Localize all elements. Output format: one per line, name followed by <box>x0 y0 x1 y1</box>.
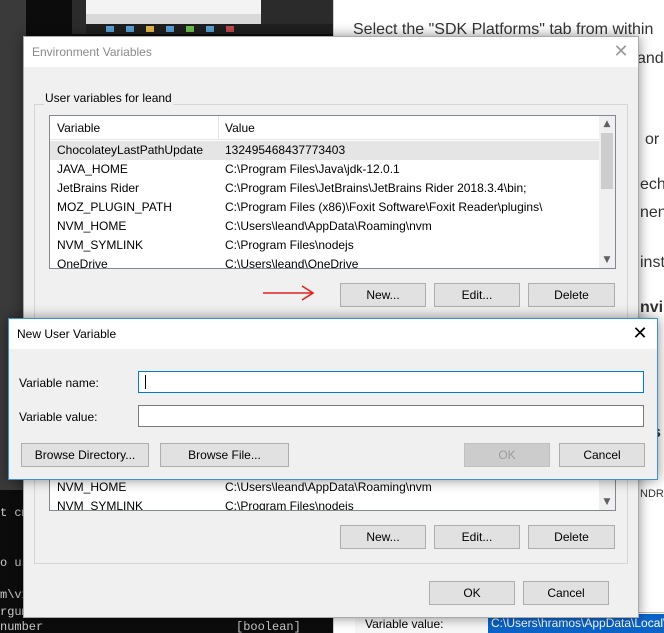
variable-value-label: Variable value: <box>19 410 98 424</box>
new-user-variable-dialog: New User Variable ✕ Variable name: Varia… <box>8 318 658 480</box>
table-row[interactable]: NVM_SYMLINK C:\Program Files\nodejs <box>50 497 599 511</box>
cancel-button[interactable]: Cancel <box>523 581 609 605</box>
user-variables-label: User variables for leand <box>44 91 173 105</box>
cancel-button[interactable]: Cancel <box>559 443 645 467</box>
dialog-title: New User Variable <box>17 327 117 341</box>
variable-value-input[interactable] <box>138 405 644 427</box>
variable-name-input[interactable] <box>138 371 644 393</box>
new-button[interactable]: New... <box>340 283 426 307</box>
ok-button[interactable]: OK <box>464 443 550 467</box>
variable-value: C:\Users\leand\AppData\Roaming\nvm <box>225 219 432 233</box>
user-variables-list[interactable]: Variable Value ChocolateyLastPathUpdate 1… <box>49 115 616 269</box>
variable-name: ChocolateyLastPathUpdate <box>57 143 204 157</box>
ok-button[interactable]: OK <box>429 581 515 605</box>
thumbnail-taskbar <box>86 24 334 34</box>
system-edit-button[interactable]: Edit... <box>434 525 520 549</box>
doc-text: and <box>637 50 664 67</box>
variable-value: C:\Program Files (x86)\Foxit Software\Fo… <box>225 200 543 214</box>
variable-name: NVM_SYMLINK <box>57 238 144 252</box>
table-row[interactable]: JAVA_HOME C:\Program Files\Java\jdk-12.0.… <box>50 160 599 179</box>
variable-value: C:\Program Files\nodejs <box>225 499 354 511</box>
doc-text: ech <box>640 176 664 193</box>
table-row[interactable]: JetBrains Rider C:\Program Files\JetBrain… <box>50 179 599 198</box>
variable-value: C:\Program Files\JetBrains\JetBrains Rid… <box>225 181 527 195</box>
system-delete-button[interactable]: Delete <box>528 525 615 549</box>
scroll-down-icon[interactable]: ▼ <box>599 494 615 510</box>
dialog-title: Environment Variables <box>32 45 152 59</box>
terminal-line: [boolean] <box>236 620 301 633</box>
doc-text: NDRO <box>640 488 664 500</box>
table-row[interactable]: MOZ_PLUGIN_PATH C:\Program Files (x86)\Fo… <box>50 198 599 217</box>
scroll-up-icon[interactable]: ▲ <box>599 116 615 132</box>
variable-value: C:\Users\leand\OneDrive <box>225 257 359 269</box>
column-header-variable[interactable]: Variable <box>57 121 100 135</box>
doc-text: nen <box>640 204 664 221</box>
variable-name: NVM_HOME <box>57 219 127 233</box>
delete-button[interactable]: Delete <box>528 283 615 307</box>
variable-name: NVM_SYMLINK <box>57 499 144 511</box>
browse-directory-button[interactable]: Browse Directory... <box>21 443 149 467</box>
doc-heading: nvi <box>640 299 664 316</box>
doc-table-label: Variable value: <box>365 617 444 631</box>
list-scrollbar[interactable]: ▼ <box>599 477 615 510</box>
text-caret <box>145 375 146 389</box>
close-icon[interactable]: ✕ <box>627 321 653 347</box>
table-row[interactable]: NVM_SYMLINK C:\Program Files\nodejs <box>50 236 599 255</box>
variable-name: NVM_HOME <box>57 480 127 494</box>
table-row[interactable]: OneDrive C:\Users\leand\OneDrive <box>50 255 599 269</box>
column-divider[interactable] <box>218 116 219 140</box>
variable-value: 132495468437773403 <box>225 143 346 157</box>
variable-value: C:\Program Files\nodejs <box>225 238 354 252</box>
red-arrow-annotation <box>263 285 315 301</box>
list-header: Variable Value <box>50 116 599 140</box>
edit-button[interactable]: Edit... <box>434 283 520 307</box>
taskbar-thumbnail <box>72 0 334 34</box>
browse-file-button[interactable]: Browse File... <box>160 443 289 467</box>
scrollbar-thumb[interactable] <box>601 133 613 189</box>
variable-name-label: Variable name: <box>19 376 99 390</box>
dialog-title-bar: New User Variable ✕ <box>9 319 657 349</box>
variable-name: OneDrive <box>57 257 108 269</box>
system-variables-list[interactable]: NVM_HOME C:\Users\leand\AppData\Roaming\n… <box>49 477 616 511</box>
table-row[interactable]: NVM_HOME C:\Users\leand\AppData\Roaming\n… <box>50 478 599 497</box>
doc-text: inst <box>640 254 664 271</box>
thumbnail-content <box>86 14 261 24</box>
terminal-line: number <box>0 620 44 633</box>
variable-value: C:\Program Files\Java\jdk-12.0.1 <box>225 162 400 176</box>
variable-name: JAVA_HOME <box>57 162 128 176</box>
variable-value: C:\Users\leand\AppData\Roaming\nvm <box>225 480 432 494</box>
table-row[interactable]: NVM_HOME C:\Users\leand\AppData\Roaming\n… <box>50 217 599 236</box>
thumbnail-window <box>86 0 261 14</box>
system-new-button[interactable]: New... <box>340 525 426 549</box>
dialog-title-bar: Environment Variables ✕ <box>24 37 638 67</box>
variable-name: MOZ_PLUGIN_PATH <box>57 200 172 214</box>
scroll-down-icon[interactable]: ▼ <box>599 252 615 268</box>
table-row[interactable]: ChocolateyLastPathUpdate 1324954684377734… <box>50 141 599 160</box>
list-scrollbar[interactable]: ▲ ▼ <box>599 116 615 268</box>
doc-text: or <box>645 131 660 148</box>
column-header-value[interactable]: Value <box>225 121 255 135</box>
variable-name: JetBrains Rider <box>57 181 140 195</box>
close-icon[interactable]: ✕ <box>608 39 634 65</box>
